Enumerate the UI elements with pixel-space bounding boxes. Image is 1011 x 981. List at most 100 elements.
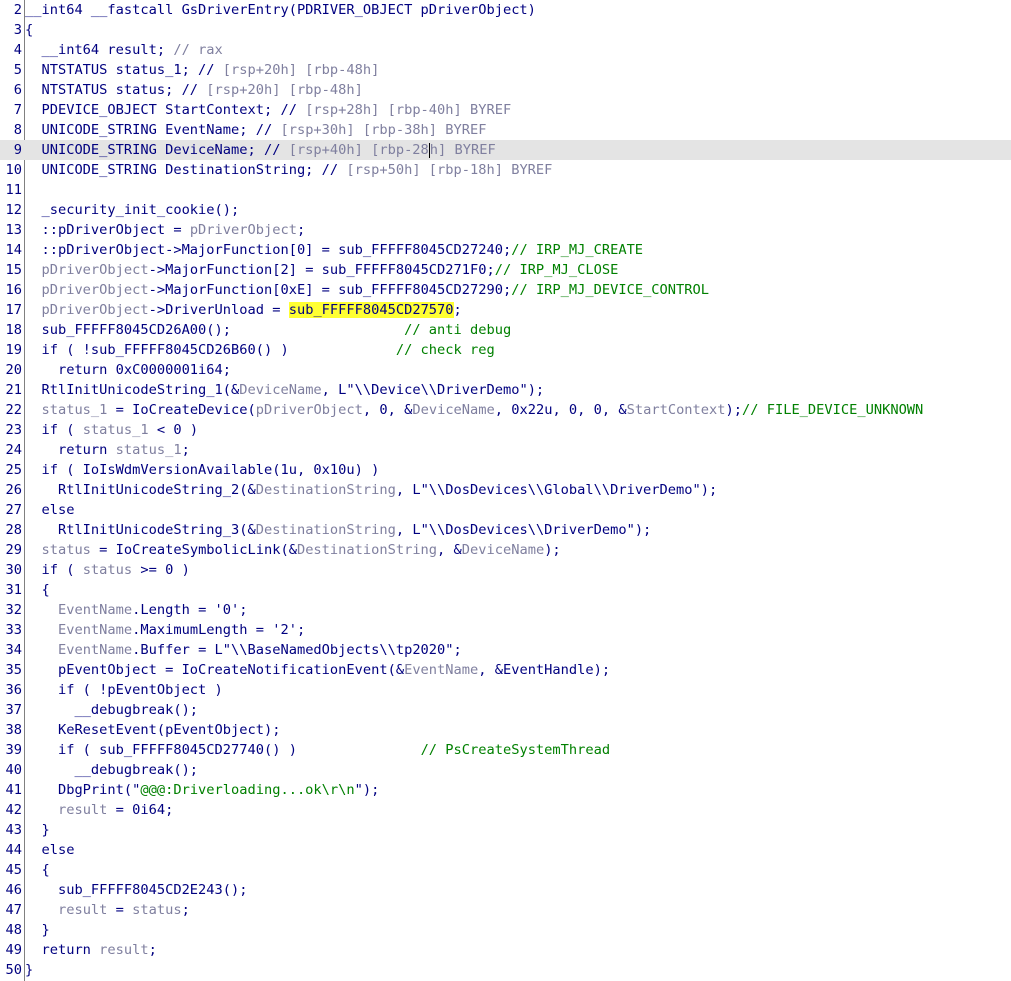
- code-token[interactable]: else: [25, 502, 74, 518]
- code-token[interactable]: [25, 802, 58, 818]
- code-text[interactable]: status = IoCreateSymbolicLink(&Destinati…: [25, 540, 560, 560]
- code-token[interactable]: // IRP_MJ_CLOSE: [495, 262, 619, 278]
- code-token[interactable]: status_1: [116, 442, 182, 458]
- code-line[interactable]: 19 if ( !sub_FFFFF8045CD26B60() ) // che…: [0, 340, 1011, 360]
- code-token[interactable]: , 0, &: [363, 402, 412, 418]
- code-text[interactable]: KeResetEvent(pEventObject);: [25, 720, 281, 740]
- code-token[interactable]: [rsp+50h] [rbp-18h] BYREF: [346, 162, 552, 178]
- code-token[interactable]: DeviceName: [239, 382, 321, 398]
- code-token[interactable]: ;: [182, 902, 190, 918]
- code-token[interactable]: UNICODE_STRING EventName; //: [25, 122, 280, 138]
- code-text[interactable]: sub_FFFFF8045CD26A00(); // anti debug: [25, 320, 511, 340]
- code-token[interactable]: if (: [25, 422, 83, 438]
- code-token[interactable]: __debugbreak();: [25, 762, 198, 778]
- code-token[interactable]: @@@:Driverloading...ok\r\n: [140, 782, 354, 798]
- code-token[interactable]: .MaximumLength = '2';: [132, 622, 305, 638]
- code-text[interactable]: {: [25, 580, 49, 600]
- code-token[interactable]: DestinationString: [256, 482, 396, 498]
- code-line[interactable]: 14 ::pDriverObject->MajorFunction[0] = s…: [0, 240, 1011, 260]
- code-text[interactable]: }: [25, 820, 49, 840]
- code-token[interactable]: }: [25, 962, 33, 978]
- code-text[interactable]: ::pDriverObject->MajorFunction[0] = sub_…: [25, 240, 643, 260]
- code-line[interactable]: 29 status = IoCreateSymbolicLink(&Destin…: [0, 540, 1011, 560]
- code-token[interactable]: pEventObject = IoCreateNotificationEvent…: [25, 662, 404, 678]
- code-token[interactable]: [25, 602, 58, 618]
- code-token[interactable]: \\Device\\DriverDemo: [355, 382, 520, 398]
- code-token[interactable]: [25, 622, 58, 638]
- code-token[interactable]: // IRP_MJ_CREATE: [511, 242, 643, 258]
- code-token[interactable]: if ( IoIsWdmVersionAvailable(1u, 0x10u) …: [25, 462, 379, 478]
- code-token[interactable]: NTSTATUS status; //: [25, 82, 206, 98]
- code-line[interactable]: 18 sub_FFFFF8045CD26A00(); // anti debug: [0, 320, 1011, 340]
- code-token[interactable]: = IoCreateSymbolicLink(&: [91, 542, 297, 558]
- code-token[interactable]: [25, 402, 41, 418]
- code-token[interactable]: .Buffer = L"\\BaseNamedObjects\\tp2020";: [132, 642, 462, 658]
- code-text[interactable]: pDriverObject->DriverUnload = sub_FFFFF8…: [25, 300, 462, 320]
- code-token[interactable]: ->MajorFunction[0xE] = sub_FFFFF8045CD27…: [149, 282, 512, 298]
- code-token[interactable]: return: [25, 942, 99, 958]
- code-token[interactable]: DeviceName: [412, 402, 494, 418]
- code-text[interactable]: status_1 = IoCreateDevice(pDriverObject,…: [25, 400, 923, 420]
- code-token[interactable]: return 0xC0000001i64;: [25, 362, 231, 378]
- code-token[interactable]: EventName: [404, 662, 478, 678]
- code-token[interactable]: = 0i64;: [107, 802, 174, 818]
- code-token[interactable]: , &EventHandle);: [478, 662, 610, 678]
- code-token[interactable]: // PsCreateSystemThread: [421, 742, 611, 758]
- code-line[interactable]: 22 status_1 = IoCreateDevice(pDriverObje…: [0, 400, 1011, 420]
- code-text[interactable]: return 0xC0000001i64;: [25, 360, 231, 380]
- code-token[interactable]: sub_FFFFF8045CD26A00();: [25, 322, 404, 338]
- code-token[interactable]: if (: [25, 562, 83, 578]
- code-text[interactable]: pDriverObject->MajorFunction[2] = sub_FF…: [25, 260, 618, 280]
- code-token[interactable]: >= 0 ): [132, 562, 189, 578]
- code-token[interactable]: pDriverObject: [190, 222, 297, 238]
- code-line[interactable]: 20 return 0xC0000001i64;: [0, 360, 1011, 380]
- code-text[interactable]: pEventObject = IoCreateNotificationEvent…: [25, 660, 610, 680]
- code-text[interactable]: if ( status_1 < 0 ): [25, 420, 198, 440]
- code-token[interactable]: < 0 ): [149, 422, 198, 438]
- code-line[interactable]: 46 sub_FFFFF8045CD2E243();: [0, 880, 1011, 900]
- code-token[interactable]: }: [25, 922, 49, 938]
- code-text[interactable]: NTSTATUS status; // [rsp+20h] [rbp-48h]: [25, 80, 362, 100]
- code-text[interactable]: if ( sub_FFFFF8045CD27740() ) // PsCreat…: [25, 740, 610, 760]
- code-token[interactable]: }: [25, 822, 49, 838]
- code-text[interactable]: if ( !sub_FFFFF8045CD26B60() ) // check …: [25, 340, 494, 360]
- code-line[interactable]: 36 if ( !pEventObject ): [0, 680, 1011, 700]
- code-token[interactable]: [rsp+28h] [rbp-40h] BYREF: [305, 102, 511, 118]
- code-token[interactable]: , 0x22u, 0, 0, &: [495, 402, 627, 418]
- code-token[interactable]: pDriverObject: [41, 282, 148, 298]
- code-token[interactable]: DbgPrint(": [25, 782, 140, 798]
- code-token[interactable]: ");: [355, 782, 380, 798]
- code-line[interactable]: 32 EventName.Length = '0';: [0, 600, 1011, 620]
- code-line[interactable]: 7 PDEVICE_OBJECT StartContext; // [rsp+2…: [0, 100, 1011, 120]
- code-text[interactable]: if ( IoIsWdmVersionAvailable(1u, 0x10u) …: [25, 460, 379, 480]
- code-token[interactable]: ;: [182, 442, 190, 458]
- code-token[interactable]: result: [58, 902, 107, 918]
- code-token[interactable]: result: [99, 942, 148, 958]
- code-line[interactable]: 30 if ( status >= 0 ): [0, 560, 1011, 580]
- code-token[interactable]: [rsp+20h] [rbp-48h]: [223, 62, 380, 78]
- code-token[interactable]: ->MajorFunction[2] = sub_FFFFF8045CD271F…: [149, 262, 495, 278]
- code-text[interactable]: EventName.Buffer = L"\\BaseNamedObjects\…: [25, 640, 462, 660]
- code-text[interactable]: }: [25, 960, 33, 980]
- code-line[interactable]: 12 _security_init_cookie();: [0, 200, 1011, 220]
- code-token[interactable]: {: [25, 862, 49, 878]
- code-text[interactable]: __int64 result; // rax: [25, 40, 222, 60]
- code-text[interactable]: RtlInitUnicodeString_3(&DestinationStrin…: [25, 520, 651, 540]
- code-text[interactable]: DbgPrint("@@@:Driverloading...ok\r\n");: [25, 780, 379, 800]
- code-line[interactable]: 24 return status_1;: [0, 440, 1011, 460]
- code-text[interactable]: result = status;: [25, 900, 190, 920]
- code-token[interactable]: ");: [519, 382, 544, 398]
- code-text[interactable]: sub_FFFFF8045CD2E243();: [25, 880, 248, 900]
- code-token[interactable]: EventName: [58, 602, 132, 618]
- code-text[interactable]: if ( status >= 0 ): [25, 560, 189, 580]
- code-line[interactable]: 17 pDriverObject->DriverUnload = sub_FFF…: [0, 300, 1011, 320]
- code-token[interactable]: // anti debug: [404, 322, 511, 338]
- code-text[interactable]: return result;: [25, 940, 156, 960]
- code-text[interactable]: else: [25, 840, 74, 860]
- code-token[interactable]: , &: [437, 542, 462, 558]
- code-line[interactable]: 10 UNICODE_STRING DestinationString; // …: [0, 160, 1011, 180]
- code-text[interactable]: __int64 __fastcall GsDriverEntry(PDRIVER…: [25, 0, 536, 20]
- code-text[interactable]: PDEVICE_OBJECT StartContext; // [rsp+28h…: [25, 100, 511, 120]
- code-token[interactable]: EventName: [58, 622, 132, 638]
- code-token[interactable]: ;: [454, 302, 462, 318]
